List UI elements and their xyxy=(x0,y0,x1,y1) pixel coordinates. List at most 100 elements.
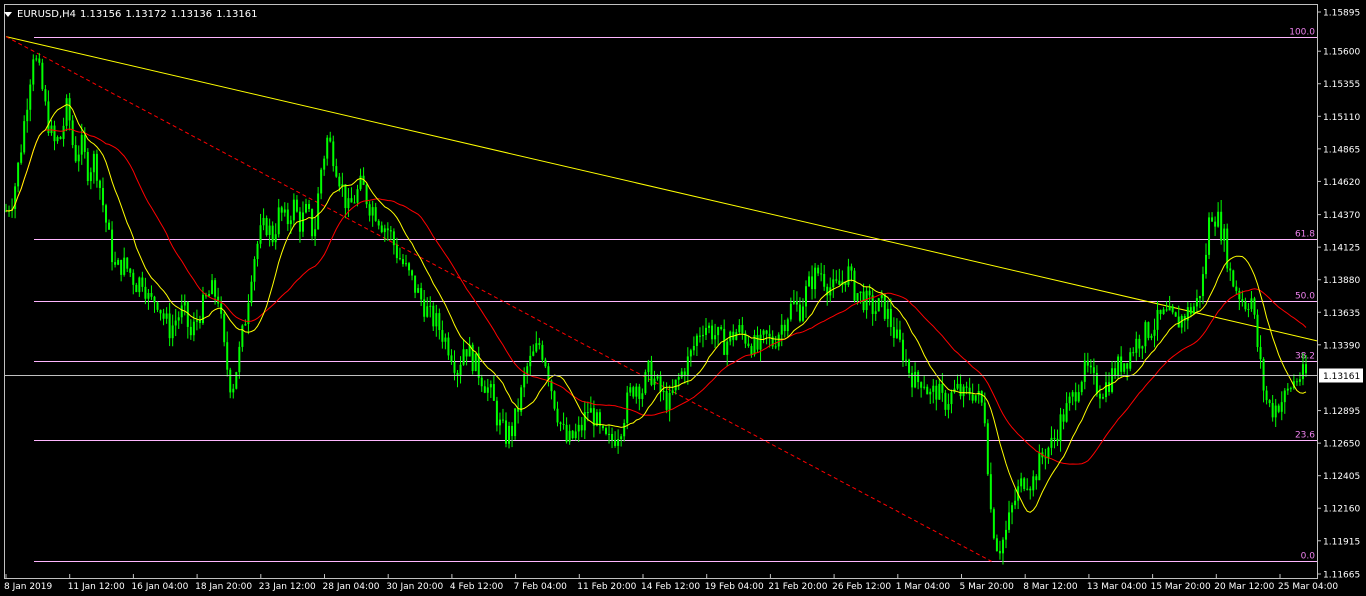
candle-body xyxy=(444,337,447,342)
candle-body xyxy=(838,280,841,285)
candle-body xyxy=(380,225,383,233)
candle-body xyxy=(698,335,701,337)
candle-body xyxy=(1232,270,1235,287)
candle-body xyxy=(1295,381,1298,383)
candle-body xyxy=(235,372,238,389)
candle-body xyxy=(150,293,153,297)
candle-body xyxy=(1008,512,1011,530)
candle-body xyxy=(1262,359,1265,391)
candle-body xyxy=(292,199,295,221)
x-tick-label: 21 Feb 20:00 xyxy=(768,582,827,592)
ma-slow-line xyxy=(6,128,1307,465)
candle-body xyxy=(326,137,329,159)
ma-fast-line xyxy=(6,104,1307,513)
candle-body xyxy=(711,325,714,340)
candle-body xyxy=(441,330,444,342)
candle-body xyxy=(171,325,174,339)
y-tick-label: 1.15895 xyxy=(1323,9,1360,19)
candle-body xyxy=(850,266,853,271)
candle-body xyxy=(505,420,507,444)
candle-body xyxy=(723,328,726,355)
candle-body xyxy=(656,376,659,379)
y-tick-label: 1.14370 xyxy=(1323,211,1360,221)
candle-body xyxy=(1023,478,1026,489)
candle-body xyxy=(486,387,489,393)
candle-body xyxy=(747,343,750,347)
candle-body xyxy=(1189,307,1192,314)
candle-body xyxy=(344,184,347,209)
candle-body xyxy=(480,377,483,387)
x-tick-label: 7 Feb 04:00 xyxy=(514,582,568,592)
price-chart[interactable]: 100.061.850.038.223.60.0 1.158951.156001… xyxy=(0,0,1366,596)
candle-body xyxy=(689,350,692,357)
candle-body xyxy=(383,228,386,233)
candle-body xyxy=(601,425,604,429)
candle-body xyxy=(323,158,326,170)
candle-body xyxy=(929,391,932,395)
candle-body xyxy=(165,313,168,319)
y-tick-label: 1.11665 xyxy=(1323,571,1360,581)
candle-body xyxy=(1177,316,1180,328)
candle-body xyxy=(1162,309,1165,314)
x-tick-label: 1 Mar 04:00 xyxy=(896,582,951,592)
candle-body xyxy=(962,386,965,397)
candle-body xyxy=(535,343,538,352)
candle-body xyxy=(1217,211,1220,227)
candle-body xyxy=(68,98,71,121)
candle-body xyxy=(317,193,320,230)
candle-body xyxy=(23,121,26,153)
candle-body xyxy=(277,207,280,235)
candle-body xyxy=(920,382,923,388)
candle-body xyxy=(820,273,823,275)
x-tick-label: 19 Feb 04:00 xyxy=(705,582,764,592)
candle-body xyxy=(1059,414,1062,442)
candle-body xyxy=(559,422,562,424)
candle-body xyxy=(177,317,180,321)
candle-body xyxy=(1083,360,1086,382)
time-axis: 8 Jan 2019 11 Jan 12:00 16 Jan 04:00 18 Jan… xyxy=(4,574,1338,592)
candle-body xyxy=(1053,437,1056,439)
candle-body xyxy=(1286,388,1289,391)
candle-body xyxy=(974,395,977,401)
candle-body xyxy=(1077,392,1080,402)
candle-body xyxy=(759,334,762,350)
x-tick-label: 13 Mar 04:00 xyxy=(1087,582,1147,592)
candle-body xyxy=(101,187,104,206)
candle-body xyxy=(95,153,98,181)
candle-body xyxy=(701,334,704,337)
candle-body xyxy=(398,258,401,260)
candle-body xyxy=(395,245,398,259)
candle-body xyxy=(1071,392,1074,397)
candle-body xyxy=(1020,478,1023,487)
candle-body xyxy=(162,313,165,319)
candle-body xyxy=(417,288,420,293)
candle-body xyxy=(750,346,753,355)
candle-body xyxy=(1235,286,1238,291)
y-tick-label: 1.15600 xyxy=(1323,48,1360,58)
candle-body xyxy=(129,268,132,273)
candle-body xyxy=(814,267,817,290)
candle-body xyxy=(541,344,544,360)
dropdown-triangle-icon[interactable] xyxy=(4,11,12,17)
candle-body xyxy=(992,509,995,539)
candle-body xyxy=(329,137,332,142)
candle-body xyxy=(650,360,653,385)
candle-body xyxy=(244,323,247,326)
candle-body xyxy=(174,320,177,326)
x-tick-label: 5 Mar 20:00 xyxy=(960,582,1015,592)
chart-window[interactable]: EURUSD,H4 1.13156 1.13172 1.13136 1.1316… xyxy=(0,0,1366,596)
x-tick-label: 15 Mar 20:00 xyxy=(1151,582,1211,592)
x-tick-label: 11 Feb 20:00 xyxy=(577,582,636,592)
candle-body xyxy=(1253,298,1256,315)
candle-body xyxy=(198,320,201,324)
candle-body xyxy=(414,275,417,293)
candle-body xyxy=(280,207,283,213)
candle-body xyxy=(908,359,911,373)
candle-body xyxy=(986,423,989,475)
candle-body xyxy=(56,137,59,142)
candle-body xyxy=(71,120,74,146)
candle-body xyxy=(995,538,998,552)
x-tick-label: 20 Mar 12:00 xyxy=(1214,582,1274,592)
candle-body xyxy=(889,308,892,327)
candle-body xyxy=(777,334,780,347)
